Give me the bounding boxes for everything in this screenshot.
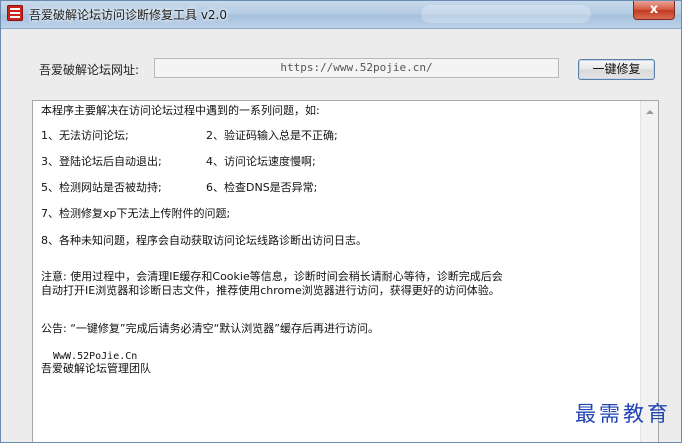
- announcement: 公告: “一键修复”完成后请务必清空“默认浏览器”缓存后再进行访问。: [41, 322, 379, 335]
- app-logo-icon: [7, 5, 23, 21]
- item-3: 3、登陆论坛后自动退出;: [41, 155, 162, 168]
- notice-line-2: 自动打开IE浏览器和诊断日志文件，推荐使用chrome浏览器进行访问，获得更好的…: [41, 284, 500, 297]
- close-button[interactable]: x: [633, 1, 675, 20]
- app-window: 吾爱破解论坛访问诊断修复工具 v2.0 x 吾爱破解论坛网址: https://…: [0, 0, 682, 443]
- url-field[interactable]: https://www.52pojie.cn/: [154, 58, 559, 78]
- notice-line-1: 注意: 使用过程中，会清理IE缓存和Cookie等信息，诊断时间会稍长请耐心等待…: [41, 270, 503, 283]
- item-8: 8、各种未知问题，程序会自动获取访问论坛线路诊断出访问日志。: [41, 234, 367, 247]
- item-5: 5、检测网站是否被劫持;: [41, 181, 162, 194]
- item-1: 1、无法访问论坛;: [41, 129, 129, 142]
- item-6: 6、检查DNS是否异常;: [206, 181, 318, 194]
- scroll-up-arrow-icon[interactable]: [646, 110, 654, 114]
- vertical-scrollbar[interactable]: [640, 101, 658, 442]
- item-7: 7、检测修复xp下无法上传附件的问题;: [41, 207, 231, 220]
- watermark-text: 最需教育: [575, 402, 671, 426]
- item-row-1: 1、无法访问论坛; 2、验证码输入总是不正确;: [41, 129, 338, 143]
- item-row-3: 5、检测网站是否被劫持; 6、检查DNS是否异常;: [41, 181, 317, 195]
- team-signature: 吾爱破解论坛管理团队: [41, 362, 151, 375]
- item-row-2: 3、登陆论坛后自动退出; 4、访问论坛速度慢啊;: [41, 155, 316, 169]
- item-4: 4、访问论坛速度慢啊;: [206, 155, 316, 168]
- item-2: 2、验证码输入总是不正确;: [206, 129, 338, 142]
- intro-line: 本程序主要解决在访问论坛过程中遇到的一系列问题，如:: [41, 104, 320, 117]
- window-title: 吾爱破解论坛访问诊断修复工具 v2.0: [29, 8, 228, 22]
- title-bar[interactable]: 吾爱破解论坛访问诊断修复工具 v2.0 x: [1, 1, 681, 29]
- title-bar-glass: [421, 5, 591, 23]
- one-click-fix-button[interactable]: 一键修复: [578, 59, 655, 80]
- info-text-area[interactable]: 本程序主要解决在访问论坛过程中遇到的一系列问题，如: 1、无法访问论坛; 2、验…: [32, 100, 659, 442]
- url-label: 吾爱破解论坛网址:: [39, 63, 140, 77]
- close-icon: x: [649, 2, 659, 17]
